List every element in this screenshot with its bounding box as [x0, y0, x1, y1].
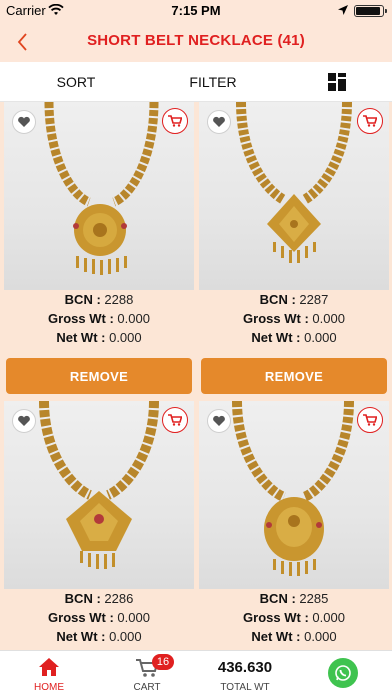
bcn-row: BCN : 2285: [199, 591, 389, 610]
gross-wt-value: 0.000: [312, 311, 345, 326]
sort-button[interactable]: SORT: [0, 74, 152, 90]
bottom-tab-bar: HOME CART 16 436.630 TOTAL WT: [0, 650, 392, 696]
gross-wt-label: Gross Wt :: [243, 610, 309, 625]
gross-wt-row: Gross Wt : 0.000: [4, 311, 194, 330]
net-wt-row: Net Wt : 0.000: [199, 330, 389, 349]
tab-total-wt: 436.630 TOTAL WT: [196, 651, 294, 696]
whatsapp-icon[interactable]: [328, 658, 358, 688]
net-wt-value: 0.000: [304, 330, 337, 345]
gross-wt-label: Gross Wt :: [243, 311, 309, 326]
home-icon: [39, 658, 59, 676]
bcn-label: BCN :: [64, 292, 101, 307]
battery-icon: [354, 5, 387, 17]
bcn-value: 2288: [104, 292, 134, 307]
cart-icon[interactable]: [357, 108, 383, 134]
bcn-value: 2286: [104, 591, 134, 606]
tab-total-wt-label: TOTAL WT: [220, 682, 270, 693]
gross-wt-label: Gross Wt :: [48, 610, 114, 625]
gross-wt-label: Gross Wt :: [48, 311, 114, 326]
cart-icon[interactable]: [162, 108, 188, 134]
product-info: BCN : 2286 Gross Wt : 0.000 Net Wt : 0.0…: [4, 591, 194, 648]
bcn-value: 2287: [299, 292, 329, 307]
bcn-row: BCN : 2287: [199, 292, 389, 311]
gross-wt-value: 0.000: [117, 311, 150, 326]
bcn-row: BCN : 2286: [4, 591, 194, 610]
net-wt-row: Net Wt : 0.000: [199, 629, 389, 648]
net-wt-label: Net Wt :: [251, 330, 301, 345]
net-wt-value: 0.000: [109, 629, 142, 644]
cart-icon[interactable]: [357, 407, 383, 433]
heart-icon[interactable]: [207, 110, 231, 134]
nav-bar: SHORT BELT NECKLACE (41): [0, 22, 392, 62]
net-wt-label: Net Wt :: [56, 629, 106, 644]
gross-wt-row: Gross Wt : 0.000: [199, 311, 389, 330]
total-wt-value: 436.630: [217, 659, 273, 676]
gross-wt-row: Gross Wt : 0.000: [199, 610, 389, 629]
net-wt-row: Net Wt : 0.000: [4, 330, 194, 349]
net-wt-label: Net Wt :: [251, 629, 301, 644]
net-wt-value: 0.000: [109, 330, 142, 345]
status-bar: Carrier 7:15 PM: [0, 0, 392, 22]
tab-home-label: HOME: [34, 682, 64, 693]
remove-button[interactable]: REMOVE: [201, 358, 387, 394]
tab-cart-label: CART: [133, 682, 161, 693]
tab-home[interactable]: HOME: [0, 651, 98, 696]
bcn-value: 2285: [299, 591, 329, 606]
heart-icon[interactable]: [12, 409, 36, 433]
gross-wt-row: Gross Wt : 0.000: [4, 610, 194, 629]
bcn-label: BCN :: [259, 292, 296, 307]
cart-icon[interactable]: [162, 407, 188, 433]
product-info: BCN : 2285 Gross Wt : 0.000 Net Wt : 0.0…: [199, 591, 389, 648]
status-time: 7:15 PM: [171, 3, 221, 18]
product-info: BCN : 2287 Gross Wt : 0.000 Net Wt : 0.0…: [199, 292, 389, 349]
page-title: SHORT BELT NECKLACE (41): [87, 32, 305, 49]
heart-icon[interactable]: [207, 409, 231, 433]
gross-wt-value: 0.000: [117, 610, 150, 625]
filter-button[interactable]: FILTER: [152, 74, 274, 90]
bcn-row: BCN : 2288: [4, 292, 194, 311]
net-wt-label: Net Wt :: [56, 330, 106, 345]
cart-count-badge: 16: [152, 654, 174, 670]
grid-view-icon[interactable]: [328, 73, 346, 91]
product-grid: BCN : 2288 Gross Wt : 0.000 Net Wt : 0.0…: [0, 102, 392, 650]
gross-wt-value: 0.000: [312, 610, 345, 625]
tab-cart[interactable]: CART: [98, 651, 196, 696]
sort-filter-toolbar: SORT FILTER: [0, 62, 392, 102]
heart-icon[interactable]: [12, 110, 36, 134]
bcn-label: BCN :: [259, 591, 296, 606]
location-arrow-icon: [338, 5, 348, 15]
product-info: BCN : 2288 Gross Wt : 0.000 Net Wt : 0.0…: [4, 292, 194, 349]
remove-button[interactable]: REMOVE: [6, 358, 192, 394]
bcn-label: BCN :: [64, 591, 101, 606]
net-wt-row: Net Wt : 0.000: [4, 629, 194, 648]
net-wt-value: 0.000: [304, 629, 337, 644]
